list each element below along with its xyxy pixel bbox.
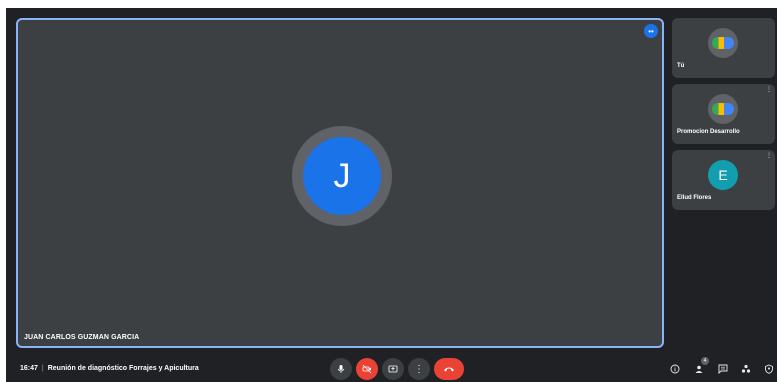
chat-icon <box>718 364 728 374</box>
present-screen-button[interactable] <box>382 358 404 380</box>
main-participant-name: JUAN CARLOS GUZMAN GARCIA <box>24 334 140 341</box>
meeting-title: Reunión de diagnóstico Forrajes y Apicul… <box>47 365 199 372</box>
people-icon <box>695 365 703 373</box>
main-video-tile[interactable]: •• J JUAN CARLOS GUZMAN GARCIA <box>16 18 664 348</box>
meeting-window: •• J JUAN CARLOS GUZMAN GARCIA Tú ⋮ Prom… <box>6 8 777 382</box>
participant-name: Tú <box>677 63 685 69</box>
bottom-control-bar: 16:47 | Reunión de diagnóstico Forrajes y … <box>6 356 777 382</box>
logo-icon <box>712 37 734 49</box>
shield-icon <box>765 364 773 374</box>
participant-avatar: E <box>708 160 738 190</box>
org-logo-avatar <box>708 94 738 124</box>
participant-name: Ellud Flores <box>677 195 712 201</box>
participant-name: Promocion Desarrollo <box>677 129 740 135</box>
host-controls-button[interactable] <box>762 362 776 376</box>
more-options-icon: ⋮ <box>414 363 424 375</box>
chat-button[interactable] <box>716 362 730 376</box>
speaking-indicator-icon: •• <box>644 24 658 38</box>
hang-up-icon <box>444 367 454 372</box>
info-icon <box>670 364 680 374</box>
participant-count-badge: 4 <box>701 357 709 365</box>
separator: | <box>41 365 44 372</box>
activities-icon <box>741 364 751 373</box>
participant-tile-ellud[interactable]: ⋮ E Ellud Flores <box>672 150 775 210</box>
microphone-button[interactable] <box>330 358 352 380</box>
camera-button[interactable] <box>356 358 378 380</box>
activities-button[interactable] <box>739 362 753 376</box>
camera-off-icon <box>362 364 372 374</box>
people-button[interactable]: 4 <box>692 357 709 376</box>
meeting-info-button[interactable] <box>668 362 682 376</box>
more-options-icon[interactable]: ⋮ <box>766 152 772 159</box>
hang-up-button[interactable] <box>434 358 464 380</box>
present-screen-icon <box>388 365 398 373</box>
meeting-details: 16:47 | Reunión de diagnóstico Forrajes y … <box>20 365 199 372</box>
avatar-ring: J <box>292 126 392 226</box>
microphone-icon <box>337 365 345 373</box>
logo-icon <box>712 103 734 115</box>
main-participant-avatar: J <box>303 137 381 215</box>
more-options-icon[interactable]: ⋮ <box>766 86 772 93</box>
participant-tile-self[interactable]: Tú <box>672 18 775 78</box>
participant-tile-promocion[interactable]: ⋮ Promocion Desarrollo <box>672 84 775 144</box>
meeting-time: 16:47 <box>20 365 38 372</box>
org-logo-avatar <box>708 28 738 58</box>
more-options-button[interactable]: ⋮ <box>408 358 430 380</box>
